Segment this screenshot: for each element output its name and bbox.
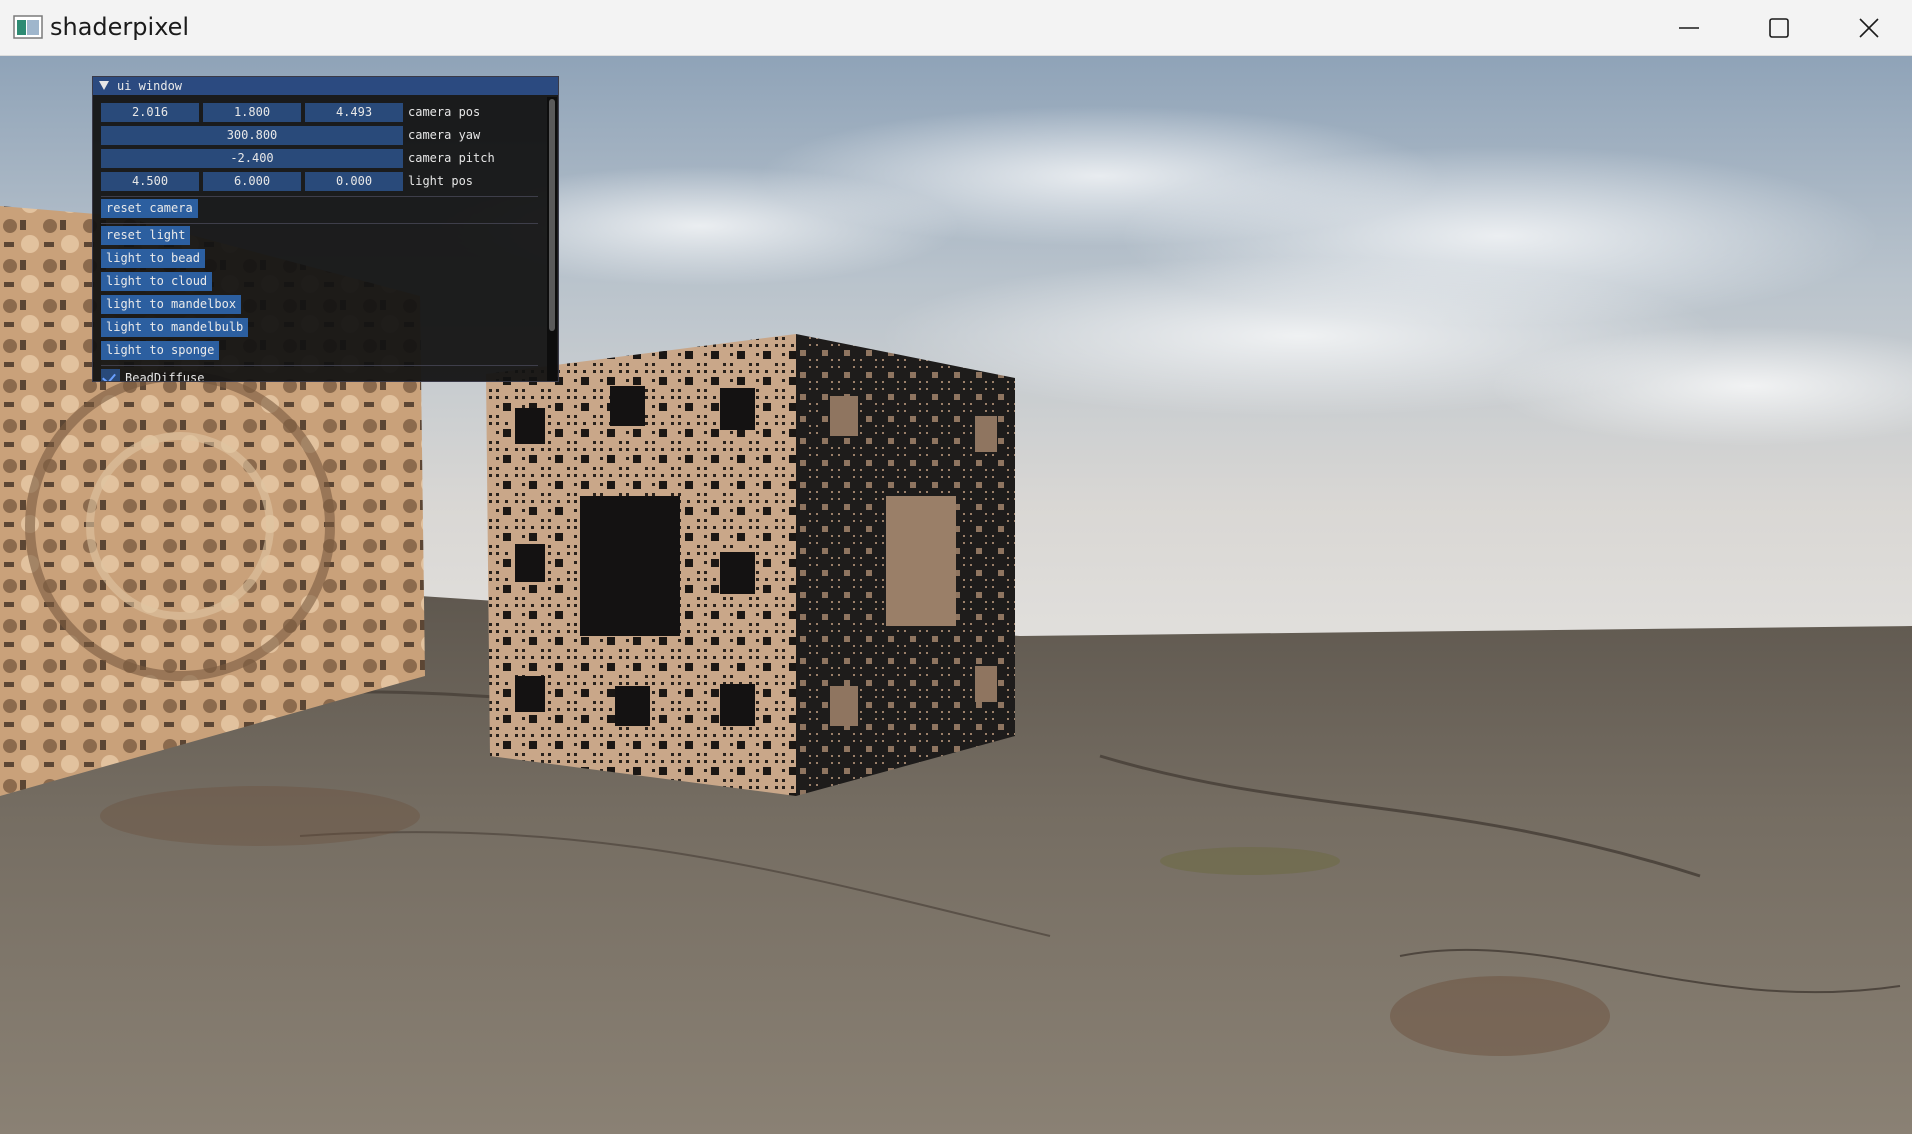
light-pos-label: light pos [408, 174, 474, 188]
minimize-icon [1679, 27, 1699, 29]
collapse-arrow-icon[interactable] [99, 81, 109, 90]
camera-pos-y-field[interactable]: 1.800 [203, 103, 301, 122]
light-to-cloud-button[interactable]: light to cloud [101, 272, 213, 291]
scrollbar-thumb[interactable] [549, 99, 555, 331]
maximize-button[interactable] [1734, 0, 1824, 56]
close-icon [1859, 18, 1879, 38]
separator [101, 223, 538, 224]
minimize-button[interactable] [1644, 0, 1734, 56]
bead-diffuse-label: BeadDiffuse [125, 371, 205, 382]
camera-pitch-label: camera pitch [408, 151, 495, 165]
light-to-bead-button[interactable]: light to bead [101, 249, 205, 268]
separator [101, 365, 538, 366]
ui-window-title: ui window [117, 79, 183, 93]
ui-window[interactable]: ui window 2.016 1.800 4.493 camera pos 3… [92, 76, 559, 382]
checkmark-icon [102, 369, 116, 381]
reset-camera-button[interactable]: reset camera [101, 199, 198, 218]
camera-yaw-label: camera yaw [408, 128, 481, 142]
app-icon [13, 15, 43, 39]
maximize-icon [1769, 18, 1789, 38]
window-title: shaderpixel [50, 13, 190, 41]
light-pos-x-field[interactable]: 4.500 [101, 172, 199, 191]
ui-window-title-bar[interactable]: ui window [93, 77, 558, 95]
camera-yaw-field[interactable]: 300.800 [101, 126, 403, 145]
separator [101, 196, 538, 197]
light-to-mandelbox-button[interactable]: light to mandelbox [101, 295, 242, 314]
light-pos-z-field[interactable]: 0.000 [305, 172, 403, 191]
bead-diffuse-checkbox[interactable] [101, 369, 120, 381]
camera-pos-z-field[interactable]: 4.493 [305, 103, 403, 122]
camera-pitch-field[interactable]: -2.400 [101, 149, 403, 168]
title-bar: shaderpixel [0, 0, 1912, 56]
camera-pos-label: camera pos [408, 105, 481, 119]
light-to-mandelbulb-button[interactable]: light to mandelbulb [101, 318, 249, 337]
light-pos-y-field[interactable]: 6.000 [203, 172, 301, 191]
camera-pos-x-field[interactable]: 2.016 [101, 103, 199, 122]
close-button[interactable] [1824, 0, 1912, 56]
light-to-sponge-button[interactable]: light to sponge [101, 341, 220, 360]
reset-light-button[interactable]: reset light [101, 226, 191, 245]
